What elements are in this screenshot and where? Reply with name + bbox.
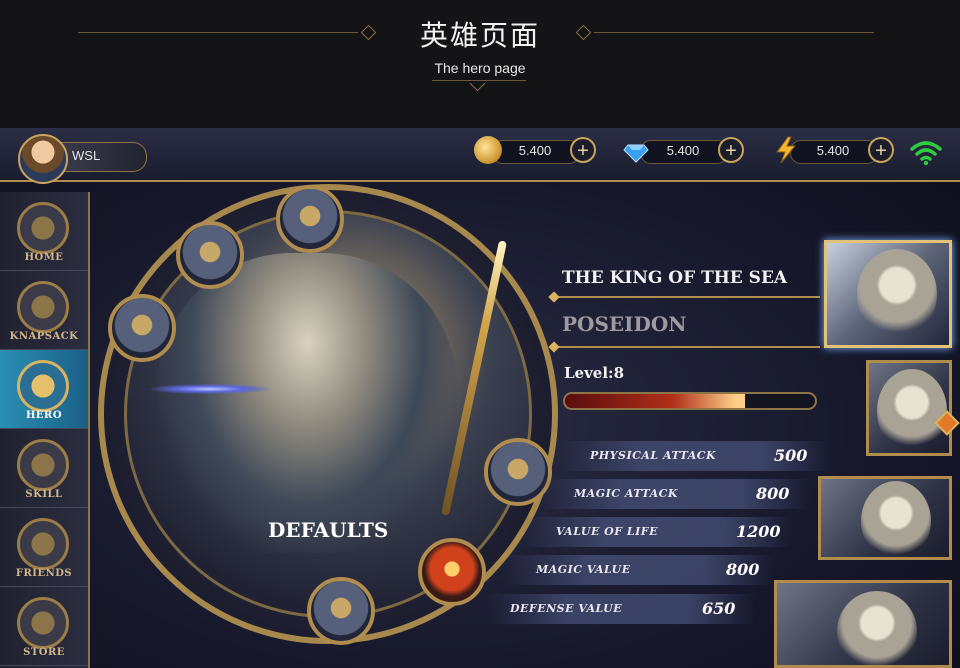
- energy-value: 5.400: [816, 143, 850, 158]
- add-energy-button[interactable]: +: [868, 137, 894, 163]
- nav-item-label: HOME: [24, 252, 64, 263]
- stat-value: 500: [774, 446, 808, 465]
- stat-name: VALUE OF LIFE: [556, 525, 658, 538]
- hero-card-2[interactable]: [866, 360, 952, 456]
- nav-item-friends[interactable]: FRIENDS: [0, 508, 88, 587]
- hero-level: Level:8: [564, 364, 625, 382]
- stat-name: MAGIC ATTACK: [574, 487, 678, 500]
- stat-value: 650: [702, 599, 736, 618]
- page-banner: 英雄页面 The hero page: [0, 0, 960, 128]
- store-icon: [17, 597, 69, 649]
- stat-row-physical-attack: PHYSICAL ATTACK 500: [560, 441, 830, 471]
- title-divider-ornament: [548, 291, 560, 303]
- hero-card-4[interactable]: [774, 580, 952, 668]
- stat-row-magic-attack: MAGIC ATTACK 800: [540, 479, 810, 509]
- title-divider: [556, 296, 820, 298]
- stat-row-magic-value: MAGIC VALUE 800: [504, 555, 774, 585]
- nav-item-label: KNAPSACK: [9, 331, 79, 342]
- stat-name: MAGIC VALUE: [536, 563, 631, 576]
- stat-name: PHYSICAL ATTACK: [590, 449, 717, 462]
- nav-item-skill[interactable]: SKILL: [0, 429, 88, 508]
- hero-card-3[interactable]: [818, 476, 952, 560]
- boots-icon[interactable]: [307, 577, 375, 645]
- name-divider-ornament: [548, 341, 560, 353]
- hero-name: POSEIDON: [562, 312, 687, 336]
- xp-bar: [563, 392, 817, 410]
- gauntlet-icon[interactable]: [108, 294, 176, 362]
- nav-item-hero[interactable]: HERO: [0, 350, 88, 429]
- game-screen: WSL 5.400 + 5.400 + 5.400 + HOME KNAPSAC…: [0, 128, 960, 668]
- gold-value: 5.400: [518, 143, 552, 158]
- nav-item-home[interactable]: HOME: [0, 192, 88, 271]
- stat-name: DEFENSE VALUE: [510, 602, 623, 615]
- diamond-value: 5.400: [666, 143, 700, 158]
- stat-value: 800: [726, 560, 760, 579]
- friends-handshake-icon: [17, 518, 69, 570]
- hero-card-face: [857, 249, 937, 339]
- hero-helmet-icon: [17, 360, 69, 412]
- hero-figure: [157, 253, 457, 553]
- avatar[interactable]: [18, 134, 68, 184]
- knapsack-icon: [17, 281, 69, 333]
- add-gold-button[interactable]: +: [570, 137, 596, 163]
- red-gem-icon[interactable]: [418, 538, 486, 606]
- nav-item-label: FRIENDS: [15, 568, 73, 579]
- skin-glow: [150, 384, 270, 394]
- xp-bar-fill: [565, 394, 745, 408]
- nav-item-label: STORE: [23, 647, 65, 658]
- energy-bolt-icon: [776, 136, 797, 164]
- hero-card-poseidon[interactable]: [824, 240, 952, 348]
- add-diamond-button[interactable]: +: [718, 137, 744, 163]
- nav-item-knapsack[interactable]: KNAPSACK: [0, 271, 88, 350]
- wifi-icon: [910, 141, 942, 166]
- hero-title: THE KING OF THE SEA: [562, 268, 788, 288]
- skill-shield-icon: [17, 439, 69, 491]
- chevron-down-icon: [469, 75, 486, 92]
- helmet-icon[interactable]: [276, 185, 344, 253]
- stat-row-defense-value: DEFENSE VALUE 650: [486, 594, 756, 624]
- stat-value: 800: [756, 484, 790, 503]
- hero-card-face: [837, 591, 917, 665]
- banner-subtitle: The hero page: [434, 60, 526, 76]
- username: WSL: [72, 148, 101, 163]
- banner-title: 英雄页面: [419, 19, 540, 52]
- home-icon: [17, 202, 69, 254]
- diamond-icon: [623, 144, 649, 163]
- chest-armor-icon[interactable]: [176, 221, 244, 289]
- top-bar: WSL 5.400 + 5.400 + 5.400 +: [0, 128, 960, 184]
- nav-item-label: HERO: [25, 410, 63, 421]
- sidebar-nav: HOME KNAPSACK HERO SKILL FRIENDS STORE: [0, 192, 90, 668]
- nav-item-store[interactable]: STORE: [0, 587, 88, 666]
- name-divider: [556, 346, 820, 348]
- stat-row-value-of-life: VALUE OF LIFE 1200: [522, 517, 792, 547]
- gold-coin-icon: [474, 136, 502, 164]
- hero-card-face: [861, 481, 931, 557]
- stat-value: 1200: [736, 522, 781, 541]
- hero-card-face: [877, 369, 947, 453]
- skin-label[interactable]: DEFAULTS: [268, 518, 388, 542]
- nav-item-label: SKILL: [25, 489, 63, 500]
